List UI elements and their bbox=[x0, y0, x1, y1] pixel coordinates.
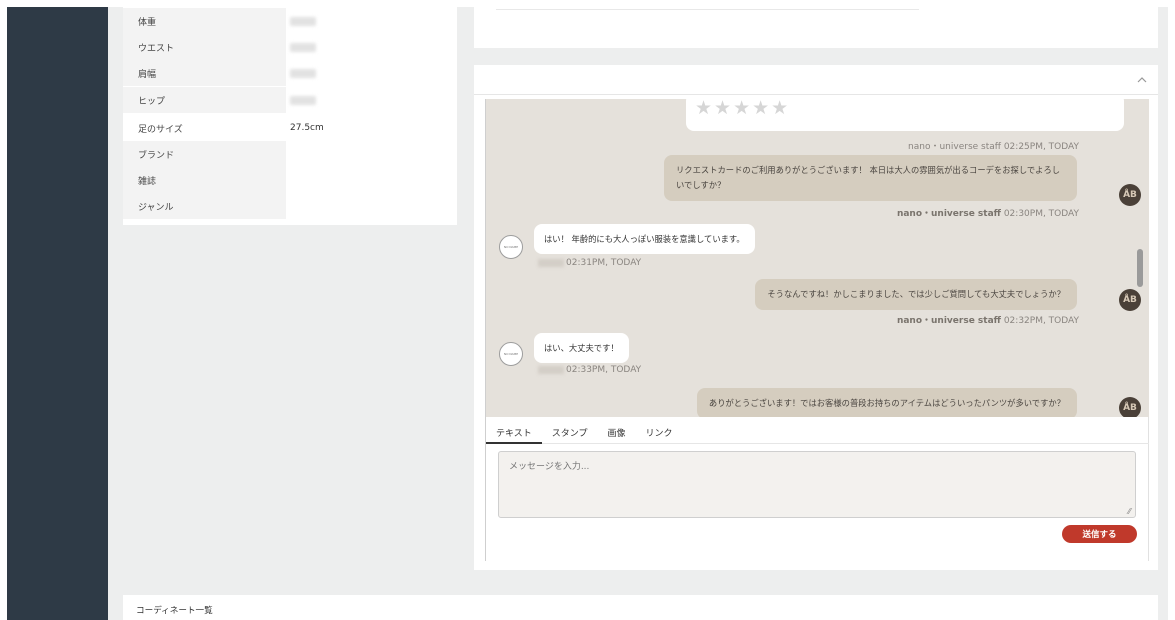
message-time: 02:31PM, TODAY bbox=[566, 258, 642, 268]
profile-label: 体重 bbox=[123, 8, 286, 34]
message-time: 02:30PM, TODAY bbox=[1003, 209, 1079, 219]
user-avatar: NO NAME bbox=[499, 342, 523, 366]
profile-row: ジャンル bbox=[123, 193, 457, 219]
staff-avatar: ÅB bbox=[1119, 397, 1141, 417]
message-time: 02:32PM, TODAY bbox=[1003, 316, 1079, 326]
profile-label: 雑誌 bbox=[123, 167, 286, 193]
message-type-tabs: テキスト スタンプ 画像 リンク bbox=[486, 419, 1149, 444]
message-list[interactable]: ★★★★★ nano・universe staff 02:25PM, TODAY… bbox=[486, 99, 1149, 417]
tab-image[interactable]: 画像 bbox=[597, 419, 635, 444]
info-card bbox=[474, 7, 1158, 48]
profile-row: ブランド bbox=[123, 141, 457, 167]
profile-card: 体重 ウエスト 肩幅 ヒップ 足のサイズ 27.5cm ブランド 雑誌 ジャンル bbox=[123, 7, 457, 225]
resize-handle-icon[interactable]: ⁄⁄ bbox=[1128, 507, 1131, 516]
staff-name: nano・universe staff bbox=[896, 316, 1001, 326]
profile-label: 肩幅 bbox=[123, 60, 286, 86]
user-message-bubble: はい！ 年齢的にも大人っぽい服装を意識しています。 bbox=[534, 224, 755, 254]
message-meta: 02:33PM, TODAY bbox=[538, 365, 641, 375]
blurred-name bbox=[538, 258, 564, 267]
send-button[interactable]: 送信する bbox=[1062, 525, 1137, 543]
avatar-label: NO NAME bbox=[503, 245, 519, 249]
tab-stamp[interactable]: スタンプ bbox=[542, 419, 598, 444]
staff-message-bubble: リクエストカードのご利用ありがとうございます！ 本日は大人の雰囲気が出るコーデを… bbox=[664, 155, 1077, 201]
scrollbar[interactable] bbox=[1137, 249, 1143, 287]
blurred-value bbox=[290, 95, 316, 105]
profile-row: 足のサイズ 27.5cm bbox=[123, 115, 457, 141]
chat-card-header bbox=[474, 65, 1158, 95]
message-meta: nano・universe staff 02:30PM, TODAY bbox=[897, 206, 1079, 219]
blurred-value bbox=[290, 16, 316, 26]
tab-link[interactable]: リンク bbox=[635, 419, 682, 444]
star-rating-icon: ★★★★★ bbox=[695, 99, 791, 119]
blurred-value bbox=[290, 68, 316, 78]
message-meta: nano・universe staff 02:32PM, TODAY bbox=[897, 313, 1079, 326]
chat-card: ★★★★★ nano・universe staff 02:25PM, TODAY… bbox=[474, 65, 1158, 570]
profile-label: ジャンル bbox=[123, 193, 286, 219]
avatar-label: NO NAME bbox=[503, 352, 519, 356]
chevron-up-icon[interactable] bbox=[1136, 75, 1148, 85]
page-frame: 体重 ウエスト 肩幅 ヒップ 足のサイズ 27.5cm ブランド 雑誌 ジャンル… bbox=[0, 0, 1175, 620]
message-time: 02:33PM, TODAY bbox=[566, 365, 642, 375]
profile-label: 足のサイズ bbox=[138, 124, 183, 135]
profile-label: ヒップ bbox=[123, 87, 286, 113]
staff-message-bubble: そうなんですね！かしこまりました、では少しご質問しても大丈夫でしょうか？ bbox=[755, 279, 1077, 310]
profile-row: ヒップ bbox=[123, 87, 457, 113]
message-input[interactable] bbox=[498, 451, 1136, 518]
profile-value: 27.5cm bbox=[290, 123, 324, 133]
user-message-bubble: はい、大丈夫です！ bbox=[534, 333, 629, 363]
profile-label: ブランド bbox=[123, 141, 286, 167]
blurred-name bbox=[538, 365, 564, 374]
message-meta: nano・universe staff 02:25PM, TODAY bbox=[908, 142, 1079, 152]
staff-avatar: ÅB bbox=[1119, 289, 1141, 311]
chat-panel: ★★★★★ nano・universe staff 02:25PM, TODAY… bbox=[485, 99, 1149, 561]
staff-avatar: ÅB bbox=[1119, 184, 1141, 206]
coordinate-list-card: コーディネート一覧 bbox=[123, 595, 1158, 620]
user-avatar: NO NAME bbox=[499, 235, 523, 259]
sidebar bbox=[7, 7, 108, 620]
profile-row: ウエスト bbox=[123, 34, 457, 60]
divider bbox=[496, 9, 919, 10]
profile-row: 肩幅 bbox=[123, 60, 457, 86]
blurred-value bbox=[290, 42, 316, 52]
app-viewport: 体重 ウエスト 肩幅 ヒップ 足のサイズ 27.5cm ブランド 雑誌 ジャンル… bbox=[7, 7, 1168, 620]
tab-text[interactable]: テキスト bbox=[486, 419, 542, 444]
staff-message-bubble: ありがとうございます！ではお客様の普段お持ちのアイテムはどういったパンツが多いで… bbox=[696, 388, 1077, 417]
profile-label: ウエスト bbox=[123, 34, 286, 60]
section-title: コーディネート一覧 bbox=[136, 606, 213, 616]
profile-row: 雑誌 bbox=[123, 167, 457, 193]
message-meta: 02:31PM, TODAY bbox=[538, 258, 641, 268]
profile-row: 体重 bbox=[123, 8, 457, 34]
rating-card: ★★★★★ bbox=[686, 99, 1124, 131]
staff-name: nano・universe staff bbox=[896, 209, 1001, 219]
